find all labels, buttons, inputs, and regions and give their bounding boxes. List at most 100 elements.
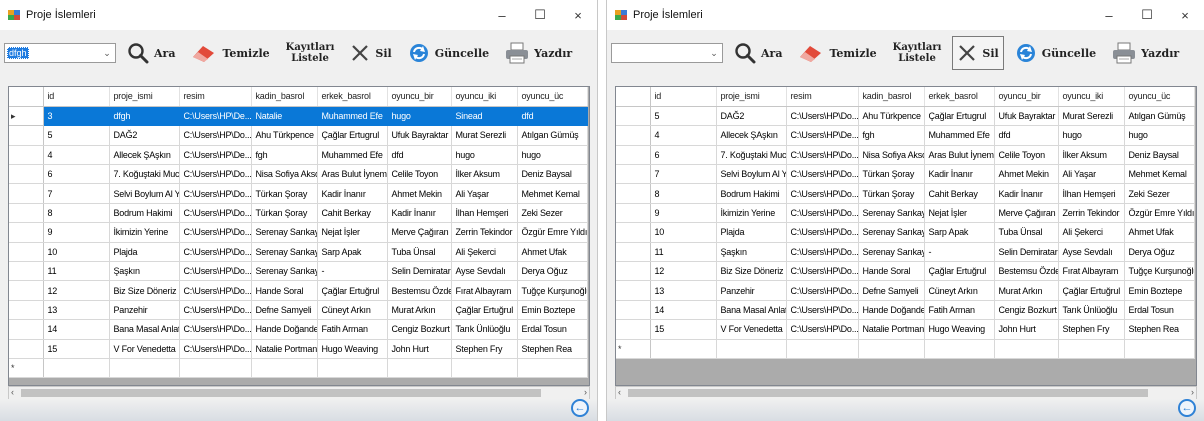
table-cell[interactable]: John Hurt — [387, 339, 452, 359]
table-cell[interactable]: hugo — [1124, 125, 1195, 146]
table-cell[interactable] — [1124, 339, 1195, 359]
table-cell[interactable]: Ali Şekerci — [1058, 222, 1125, 243]
table-row[interactable]: 7 Selvi Boylum Al Y... C:\Users\HP\Do... Tü… — [9, 183, 588, 204]
column-header[interactable]: oyuncu_bir — [994, 87, 1059, 107]
table-cell[interactable]: Stephen Rea — [517, 339, 588, 359]
table-cell[interactable]: Cahit Berkay — [924, 183, 995, 204]
table-cell[interactable]: İkimizin Yerine — [109, 222, 180, 243]
table-cell[interactable]: Muhammed Efe — [924, 125, 995, 146]
table-row[interactable]: 9 İkimizin Yerine C:\Users\HP\Do... Serenay… — [616, 203, 1195, 224]
update-button[interactable]: Güncelle — [1010, 36, 1101, 70]
table-cell[interactable]: 6 — [43, 164, 110, 185]
table-cell[interactable]: dfd — [517, 106, 588, 127]
table-cell[interactable]: C:\Users\HP\Do... — [786, 261, 859, 282]
table-cell[interactable]: Natalie Portman — [251, 339, 318, 359]
row-header[interactable] — [616, 125, 651, 146]
search-combobox[interactable]: ⌄ — [611, 43, 723, 63]
table-cell[interactable]: Zerrin Tekindor — [451, 222, 518, 243]
table-cell[interactable]: Nejat İşler — [924, 203, 995, 224]
column-header[interactable]: erkek_basrol — [924, 87, 995, 107]
table-cell[interactable]: 8 — [43, 203, 110, 224]
table-cell[interactable]: Mehmet Kemal — [517, 183, 588, 204]
table-row[interactable]: 11ŞaşkınC:\Users\HP\Do...Serenay Sarıkay… — [9, 261, 588, 282]
row-header[interactable] — [9, 222, 44, 243]
row-header[interactable] — [9, 183, 44, 204]
table-cell[interactable]: C:\Users\HP\Do... — [786, 145, 859, 166]
chevron-down-icon[interactable]: ⌄ — [102, 47, 112, 59]
column-header[interactable]: proje_ismi — [716, 87, 787, 107]
table-cell[interactable]: Panzehir — [109, 300, 180, 321]
table-cell[interactable]: Kadir İnanır — [924, 164, 995, 185]
table-cell[interactable]: Sarp Apak — [317, 242, 388, 263]
table-cell[interactable]: 3 — [43, 106, 110, 127]
table-cell[interactable]: Murat Serezli — [451, 125, 518, 146]
table-cell[interactable]: Türkan Şoray — [858, 183, 925, 204]
table-cell[interactable]: Atılgan Gümüş — [1124, 106, 1195, 127]
scrollbar-thumb[interactable] — [628, 389, 1148, 397]
table-cell[interactable]: İlker Aksum — [451, 164, 518, 185]
table-cell[interactable]: 5 — [43, 125, 110, 146]
column-header[interactable]: proje_ismi — [109, 87, 180, 107]
table-cell[interactable]: Serenay Sarıkaya — [251, 222, 318, 243]
table-cell[interactable]: 4 — [43, 145, 110, 166]
table-cell[interactable]: C:\Users\HP\De... — [786, 125, 859, 146]
table-cell[interactable]: Stephen Fry — [1058, 319, 1125, 340]
table-cell[interactable]: İlker Aksum — [1058, 145, 1125, 166]
table-cell[interactable]: Hugo Weaving — [317, 339, 388, 359]
table-cell[interactable]: 15 — [43, 339, 110, 359]
table-cell[interactable]: Bodrum Hakimi — [716, 183, 787, 204]
table-cell[interactable]: C:\Users\HP\Do... — [179, 339, 252, 359]
table-cell[interactable]: C:\Users\HP\Do... — [786, 280, 859, 301]
table-cell[interactable]: Ahmet Mekin — [387, 183, 452, 204]
table-cell[interactable]: Defne Samyeli — [251, 300, 318, 321]
table-cell[interactable] — [387, 358, 452, 379]
column-header[interactable]: oyuncu_üc — [1124, 87, 1195, 107]
row-header[interactable] — [616, 203, 651, 224]
clear-button[interactable]: Temizle — [793, 36, 881, 70]
table-cell[interactable]: Şaşkın — [716, 242, 787, 263]
table-row[interactable]: 15 V For Venedetta C:\Users\HP\Do... Natali… — [616, 319, 1195, 340]
horizontal-scrollbar[interactable]: ‹ › — [615, 386, 1197, 400]
table-cell[interactable]: Biz Size Döneriz — [716, 261, 787, 282]
table-cell[interactable]: Tuba Ünsal — [994, 222, 1059, 243]
column-header[interactable]: id — [43, 87, 110, 107]
table-row[interactable]: 7 Selvi Boylum Al Y... C:\Users\HP\Do... Tü… — [616, 164, 1195, 185]
minimize-button[interactable]: – — [483, 0, 521, 30]
back-arrow-icon[interactable]: ← — [571, 399, 589, 417]
row-header[interactable] — [616, 319, 651, 340]
table-cell[interactable]: Selin Demiratar — [994, 242, 1059, 263]
close-button[interactable]: × — [1166, 0, 1204, 30]
table-cell[interactable]: Bestemsu Özdemir — [994, 261, 1059, 282]
column-header[interactable]: oyuncu_iki — [451, 87, 518, 107]
print-button[interactable]: Yazdır — [1107, 36, 1184, 70]
table-cell[interactable]: Ahmet Mekin — [994, 164, 1059, 185]
table-cell[interactable] — [451, 358, 518, 379]
table-cell[interactable]: Türkan Şoray — [251, 183, 318, 204]
table-row[interactable]: 4 Allecek ŞAşkın C:\Users\HP\De... fgh Muham… — [9, 145, 588, 166]
back-arrow-icon[interactable]: ← — [1178, 399, 1196, 417]
row-header[interactable] — [9, 145, 44, 166]
table-cell[interactable]: Erdal Tosun — [517, 319, 588, 340]
data-grid[interactable]: id proje_ismi resim kadin_basrol erkek_basro… — [615, 86, 1197, 386]
table-cell[interactable]: dfd — [994, 125, 1059, 146]
table-cell[interactable]: DAĞ2 — [716, 106, 787, 127]
table-cell[interactable]: C:\Users\HP\Do... — [179, 280, 252, 301]
column-header[interactable]: kadin_basrol — [858, 87, 925, 107]
table-cell[interactable]: dfd — [387, 145, 452, 166]
table-cell[interactable]: Serenay Sarıkaya — [858, 222, 925, 243]
table-cell[interactable]: Ali Şekerci — [451, 242, 518, 263]
table-cell[interactable]: Serenay Sarıkaya — [251, 261, 318, 282]
table-cell[interactable]: Hande Doğandemir — [251, 319, 318, 340]
row-header-corner[interactable] — [9, 87, 44, 107]
table-cell[interactable]: C:\Users\HP\Do... — [786, 242, 859, 263]
table-cell[interactable]: Hande Soral — [858, 261, 925, 282]
table-cell[interactable]: Plajda — [109, 242, 180, 263]
table-cell[interactable]: Zeki Sezer — [517, 203, 588, 224]
row-header[interactable] — [9, 125, 44, 146]
table-cell[interactable]: Ufuk Bayraktar — [387, 125, 452, 146]
column-header[interactable]: oyuncu_üc — [517, 87, 588, 107]
table-cell[interactable]: C:\Users\HP\Do... — [179, 164, 252, 185]
table-cell[interactable]: 5 — [650, 106, 717, 127]
table-row[interactable]: 14Bana Masal Anlat...C:\Users\HP\Do...Ha… — [9, 319, 588, 340]
table-cell[interactable]: - — [317, 261, 388, 282]
